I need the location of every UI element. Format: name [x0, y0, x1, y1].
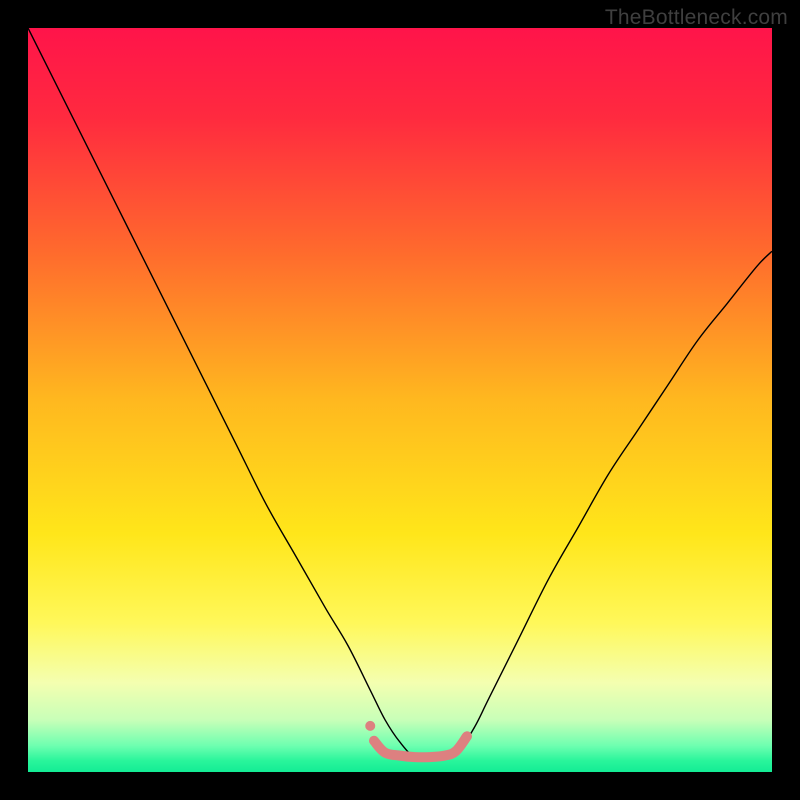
optimal-range-marker [374, 736, 467, 757]
chart-frame: TheBottleneck.com [0, 0, 800, 800]
curve-layer [28, 28, 772, 772]
bottleneck-curve [28, 28, 772, 758]
watermark-text: TheBottleneck.com [605, 6, 788, 30]
optimal-range-dot [365, 721, 375, 731]
plot-area [28, 28, 772, 772]
